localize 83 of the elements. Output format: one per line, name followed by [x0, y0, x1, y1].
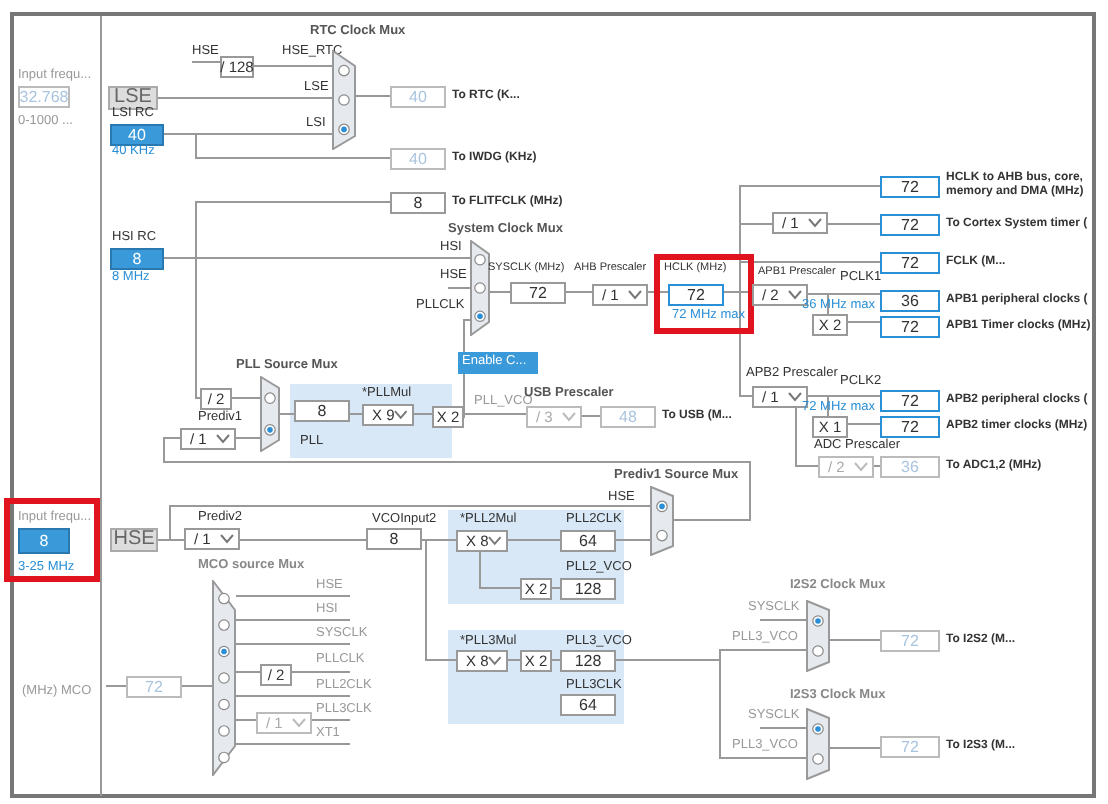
connector-line [291, 671, 351, 673]
oscillator-block: LSE [108, 86, 158, 110]
connector-line [759, 619, 807, 621]
radio-option[interactable] [218, 592, 230, 605]
connector-line [235, 643, 351, 645]
value-field[interactable]: 72 [880, 390, 940, 412]
chevron-icon [488, 656, 502, 666]
radio-option[interactable] [474, 310, 486, 323]
connector-line [581, 415, 601, 417]
connector-line [647, 291, 669, 293]
connector-line [847, 321, 881, 323]
chevron-icon [562, 412, 576, 422]
radio-option[interactable] [218, 672, 230, 684]
value-field[interactable]: 128 [560, 650, 616, 672]
value-field[interactable]: 64 [560, 694, 616, 716]
value-field[interactable]: 72 [880, 252, 940, 274]
radio-option[interactable] [474, 253, 486, 266]
connector-line [235, 719, 257, 721]
radio-option[interactable] [474, 282, 486, 294]
connector-line [507, 659, 521, 661]
connector-line [235, 595, 351, 597]
connector-line [847, 423, 881, 425]
value-field[interactable]: 8 [366, 528, 422, 550]
connector-line [447, 287, 471, 289]
connector-line [873, 465, 881, 467]
radio-option[interactable] [656, 500, 668, 513]
radio-option[interactable] [264, 392, 276, 404]
connector-line [105, 685, 127, 687]
connector-line [551, 587, 561, 589]
connector-line [489, 291, 511, 293]
chevron-icon [216, 434, 230, 444]
radio-option[interactable] [812, 723, 824, 735]
connector-line [235, 743, 351, 745]
value-field[interactable]: 72 [668, 284, 724, 306]
chevron-icon [488, 536, 502, 546]
connector-line [279, 413, 295, 415]
value-field[interactable]: 64 [560, 530, 616, 552]
radio-option[interactable] [218, 645, 230, 658]
radio-option[interactable] [812, 645, 824, 657]
connector-line [551, 659, 561, 661]
value-field[interactable]: 128 [560, 578, 616, 600]
connector-line [231, 397, 261, 399]
connector-line [253, 65, 333, 67]
connector-line [829, 639, 881, 641]
connector-line [829, 747, 881, 749]
value-field[interactable]: 72 [510, 282, 566, 304]
value-field[interactable]: 8 [294, 400, 350, 422]
connector-line [349, 413, 363, 415]
chevron-icon [854, 462, 868, 472]
connector-line [235, 671, 261, 673]
oscillator-block: HSE [110, 528, 158, 552]
connector-line [565, 291, 593, 293]
value-field[interactable]: 36 [880, 290, 940, 312]
connector-line [235, 619, 351, 621]
connector-line [235, 695, 351, 697]
connector-line [413, 413, 433, 415]
value-field[interactable]: 72 [880, 214, 940, 236]
value-field[interactable]: 72 [880, 176, 940, 198]
radio-option[interactable] [656, 529, 668, 542]
chevron-icon [628, 290, 642, 300]
chevron-icon [788, 290, 802, 300]
radio-option[interactable] [264, 424, 276, 436]
connector-line [191, 61, 221, 63]
chevron-icon [394, 410, 408, 420]
connector-line [355, 95, 391, 97]
radio-option[interactable] [338, 64, 350, 77]
radio-option[interactable] [218, 619, 230, 631]
radio-option[interactable] [812, 753, 824, 765]
value-field[interactable]: 72 [880, 416, 940, 438]
radio-option[interactable] [338, 94, 350, 106]
chevron-icon [788, 392, 802, 402]
radio-option[interactable] [218, 751, 230, 764]
connector-line [181, 685, 213, 687]
chevron-icon [292, 718, 306, 728]
chevron-icon [220, 534, 234, 544]
radio-option[interactable] [812, 615, 824, 627]
connector-line [311, 719, 351, 721]
value-field[interactable]: 72 [880, 316, 940, 338]
radio-option[interactable] [338, 123, 350, 136]
chevron-icon [808, 218, 822, 228]
value-field[interactable]: 8 [390, 192, 446, 214]
radio-option[interactable] [218, 725, 230, 737]
radio-option[interactable] [218, 698, 230, 711]
